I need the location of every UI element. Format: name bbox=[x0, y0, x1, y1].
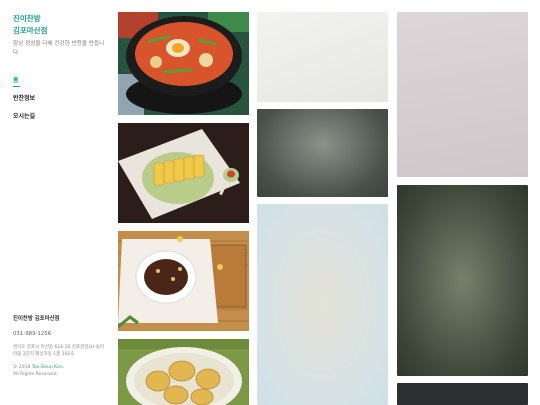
footer-copyright: © 2018 Tae Geun Kim. All Rights Reserved… bbox=[13, 364, 108, 378]
gallery-tile[interactable] bbox=[397, 185, 528, 376]
footer-store-name: 진이찬방 김포마산점 bbox=[13, 316, 60, 322]
sidebar-footer: 진이찬방 김포마산점 031-989-1256 경기도 김포시 마산동 616-… bbox=[13, 314, 108, 378]
pancake-photo[interactable] bbox=[118, 339, 249, 405]
nav-item-label: 홈 bbox=[13, 77, 19, 84]
sidebar: 진이찬방 김포마산점 항상 정성을 다해 건강한 반찬을 만듭니다. 홈 반찬정… bbox=[0, 0, 112, 405]
pancake-image bbox=[118, 339, 249, 405]
brand-line-1[interactable]: 진이찬방 bbox=[13, 13, 48, 25]
nav-item-home[interactable]: 홈 bbox=[13, 76, 35, 94]
gallery-tile[interactable] bbox=[397, 12, 528, 177]
active-indicator bbox=[13, 86, 20, 87]
nav-item-directions[interactable]: 오시는길 bbox=[13, 112, 35, 130]
gallery-tile[interactable] bbox=[397, 383, 528, 405]
main-nav: 홈 반찬정보 오시는길 bbox=[13, 76, 35, 130]
nav-item-side-dishes[interactable]: 반찬정보 bbox=[13, 94, 35, 112]
braised-beef-photo[interactable] bbox=[118, 231, 249, 331]
copyright-suffix: . bbox=[62, 365, 65, 370]
gallery-tile[interactable] bbox=[257, 12, 388, 102]
tagline: 항상 정성을 다해 건강한 반찬을 만듭니다. bbox=[13, 41, 105, 56]
egg-roll-photo[interactable] bbox=[118, 123, 249, 223]
gallery-tile[interactable] bbox=[257, 204, 388, 405]
site-title[interactable]: 진이찬방 김포마산점 bbox=[13, 13, 48, 37]
stew-pot-photo[interactable] bbox=[118, 12, 249, 115]
rights-text: All Rights Reserved. bbox=[13, 372, 59, 377]
braised-beef-image bbox=[118, 231, 249, 331]
egg-roll-image bbox=[118, 123, 249, 223]
brand-line-2[interactable]: 김포마산점 bbox=[13, 25, 48, 37]
gallery-tile[interactable] bbox=[257, 109, 388, 197]
copyright-prefix: © 2018 bbox=[13, 365, 32, 370]
author-link[interactable]: Tae Geun Kim bbox=[32, 365, 63, 370]
footer-address: 경기도 김포시 마산동 616-10 김포한강LH 솔터마을 3단지 제상가동 … bbox=[13, 345, 105, 357]
stew-pot-image bbox=[118, 12, 249, 115]
footer-phone: 031-989-1256 bbox=[13, 331, 52, 337]
